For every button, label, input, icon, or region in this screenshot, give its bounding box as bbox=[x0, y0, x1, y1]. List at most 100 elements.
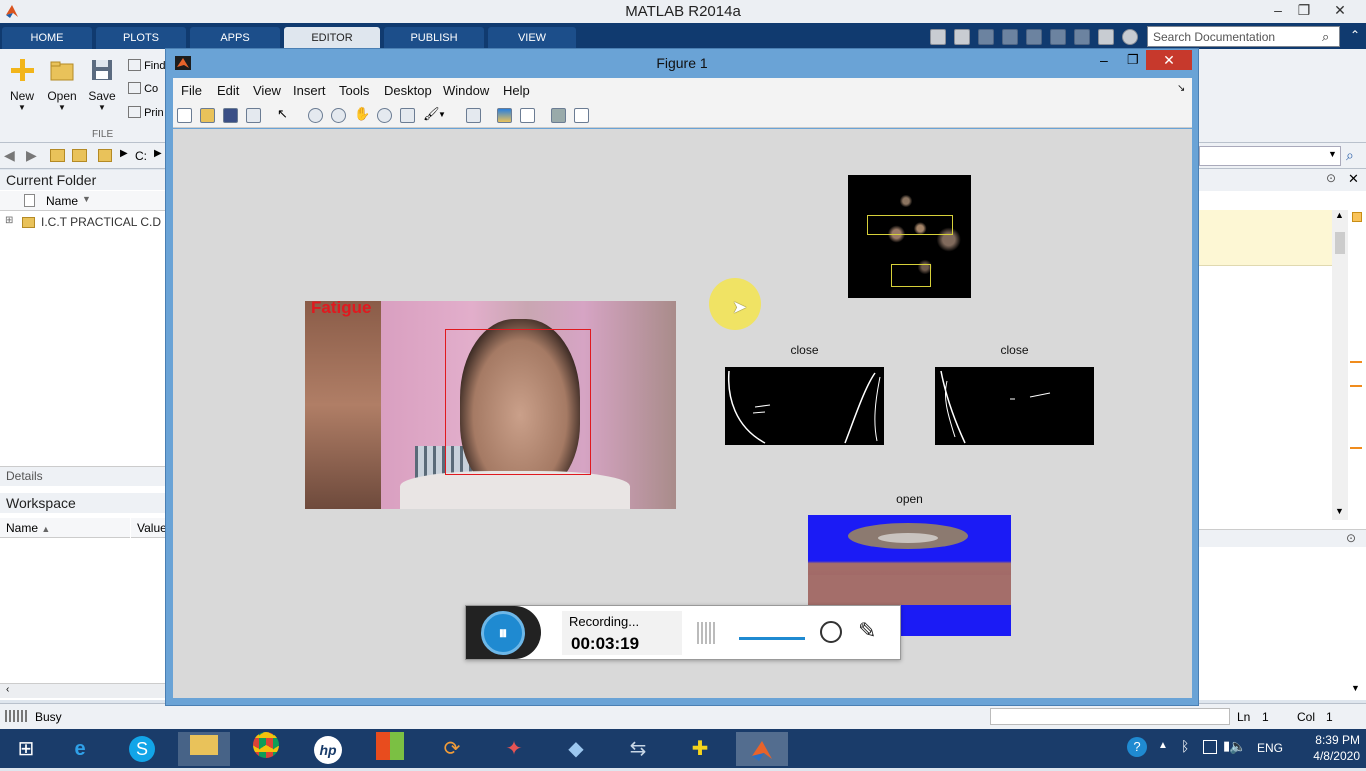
menu-help[interactable]: Help bbox=[503, 83, 530, 98]
qa-paste-icon[interactable] bbox=[1026, 29, 1042, 45]
panel-menu-icon[interactable]: ⊙ bbox=[1346, 531, 1356, 545]
maximize-icon[interactable]: ❐ bbox=[1290, 2, 1318, 19]
volume-icon[interactable]: 🔈 bbox=[1229, 738, 1246, 755]
warning-marker[interactable] bbox=[1350, 361, 1362, 363]
tab-apps[interactable]: APPS bbox=[190, 27, 280, 49]
menu-desktop[interactable]: Desktop bbox=[384, 83, 432, 98]
print-figure-icon[interactable] bbox=[246, 108, 261, 123]
warning-marker[interactable] bbox=[1350, 447, 1362, 449]
search-icon[interactable]: ⌕ bbox=[1322, 29, 1329, 45]
forward-icon[interactable]: ▶ bbox=[26, 147, 37, 164]
qa-redo-icon[interactable] bbox=[1074, 29, 1090, 45]
tab-home[interactable]: HOME bbox=[2, 27, 92, 49]
qa-cut-icon[interactable] bbox=[978, 29, 994, 45]
tab-publish[interactable]: PUBLISH bbox=[384, 27, 484, 49]
figure-close-button[interactable]: ✕ bbox=[1146, 50, 1192, 70]
tab-view[interactable]: VIEW bbox=[488, 27, 576, 49]
expand-icon[interactable]: ⊞ bbox=[5, 215, 13, 226]
internet-explorer-icon[interactable]: e bbox=[54, 732, 106, 766]
show-plot-tools-icon[interactable] bbox=[574, 108, 589, 123]
network-tool-icon[interactable]: ⇆ bbox=[612, 732, 664, 766]
legend-icon[interactable] bbox=[520, 108, 535, 123]
save-figure-icon[interactable] bbox=[223, 108, 238, 123]
screen-recorder-widget[interactable]: ⏸ Recording... 00:03:19 ✎ bbox=[465, 605, 901, 660]
path-drive[interactable]: C: bbox=[135, 149, 147, 163]
qa-layout-icon[interactable] bbox=[930, 29, 946, 45]
workspace-value-header[interactable]: Value bbox=[131, 518, 167, 538]
close-icon[interactable]: ✕ bbox=[1326, 2, 1354, 19]
link-plot-icon[interactable] bbox=[466, 108, 481, 123]
menu-tools[interactable]: Tools bbox=[339, 83, 369, 98]
new-figure-icon[interactable] bbox=[177, 108, 192, 123]
scroll-down-icon[interactable]: ▼ bbox=[1351, 683, 1360, 693]
folder-list-item[interactable]: ⊞ I.C.T PRACTICAL C.D bbox=[0, 214, 166, 232]
hide-plot-tools-icon[interactable] bbox=[551, 108, 566, 123]
network-app-icon[interactable]: ✦ bbox=[488, 732, 540, 766]
clock-date[interactable]: 4/8/2020 bbox=[1300, 749, 1360, 763]
help-tray-icon[interactable]: ? bbox=[1127, 737, 1147, 757]
hp-icon[interactable]: hp bbox=[302, 732, 354, 766]
brush-dropdown-icon[interactable]: ▼ bbox=[438, 110, 453, 125]
brush-icon[interactable]: 🖌 bbox=[423, 106, 440, 121]
sync-icon[interactable]: ⟳ bbox=[426, 732, 478, 766]
path-field[interactable] bbox=[1199, 146, 1341, 166]
warning-square-icon[interactable] bbox=[1352, 212, 1362, 222]
data-cursor-icon[interactable] bbox=[400, 108, 415, 123]
print-button[interactable]: Prin bbox=[128, 106, 164, 119]
menu-dock-icon[interactable]: ↘ bbox=[1177, 83, 1185, 94]
scroll-left-icon[interactable]: ‹ bbox=[6, 684, 9, 695]
pause-button[interactable]: ⏸ bbox=[481, 611, 525, 655]
search-folder-icon[interactable]: ⌕ bbox=[1346, 147, 1354, 164]
qa-copy-icon[interactable] bbox=[1002, 29, 1018, 45]
colorbar-icon[interactable] bbox=[497, 108, 512, 123]
edit-plot-icon[interactable]: ↖ bbox=[277, 106, 292, 121]
tab-editor[interactable]: EDITOR bbox=[284, 27, 380, 49]
battery-icon[interactable] bbox=[1203, 740, 1217, 754]
compare-button[interactable]: Co bbox=[128, 82, 158, 95]
figure-maximize-icon[interactable]: ❐ bbox=[1127, 52, 1139, 68]
menu-edit[interactable]: Edit bbox=[217, 83, 239, 98]
warning-marker[interactable] bbox=[1350, 385, 1362, 387]
save-button[interactable]: Save ▼ bbox=[82, 57, 122, 112]
scroll-thumb[interactable] bbox=[1335, 232, 1345, 254]
command-scrollbar[interactable]: ▼ bbox=[1348, 669, 1364, 699]
webcam-icon[interactable] bbox=[820, 621, 842, 643]
minimize-icon[interactable]: – bbox=[1264, 2, 1292, 18]
scroll-up-icon[interactable]: ▲ bbox=[1335, 210, 1344, 220]
chrome-icon[interactable] bbox=[240, 732, 292, 766]
qa-save-icon[interactable] bbox=[954, 29, 970, 45]
zoom-in-icon[interactable] bbox=[308, 108, 323, 123]
find-button[interactable]: Find bbox=[128, 59, 165, 72]
rotate-3d-icon[interactable] bbox=[377, 108, 392, 123]
open-button[interactable]: Open ▼ bbox=[42, 57, 82, 112]
ribbon-collapse-icon[interactable]: ⌃ bbox=[1350, 28, 1360, 42]
pan-icon[interactable]: ✋ bbox=[354, 106, 370, 121]
menu-file[interactable]: File bbox=[181, 83, 202, 98]
pen-icon[interactable]: ✎ bbox=[858, 618, 876, 644]
volume-slider[interactable] bbox=[739, 637, 805, 640]
clock-time[interactable]: 8:39 PM bbox=[1300, 733, 1360, 747]
back-icon[interactable]: ◀ bbox=[4, 147, 15, 164]
scroll-down-icon[interactable]: ▼ bbox=[1335, 506, 1344, 516]
panel-menu-icon[interactable]: ⊙ bbox=[1326, 171, 1336, 185]
cube-app-icon[interactable]: ◆ bbox=[550, 732, 602, 766]
help-icon[interactable] bbox=[1122, 29, 1138, 45]
menu-window[interactable]: Window bbox=[443, 83, 489, 98]
skype-icon[interactable]: S bbox=[116, 732, 168, 766]
browse-folder-icon[interactable] bbox=[72, 149, 87, 162]
qa-undo-icon[interactable] bbox=[1050, 29, 1066, 45]
figure-minimize-icon[interactable]: – bbox=[1100, 52, 1108, 68]
file-explorer-icon[interactable] bbox=[178, 732, 230, 766]
details-title[interactable]: Details bbox=[0, 466, 166, 486]
horizontal-scrollbar[interactable]: ‹ bbox=[0, 683, 166, 698]
name-column-header[interactable]: Name ▼ bbox=[0, 191, 166, 211]
plus-app-icon[interactable]: ✚ bbox=[674, 732, 726, 766]
panel-close-icon[interactable]: ✕ bbox=[1348, 171, 1359, 187]
tray-expand-icon[interactable]: ▲ bbox=[1158, 740, 1168, 751]
workspace-name-header[interactable]: Name ▲ bbox=[0, 518, 130, 538]
vertical-scrollbar[interactable]: ▲ ▼ bbox=[1332, 210, 1348, 520]
new-button[interactable]: New ▼ bbox=[2, 57, 42, 112]
path-dropdown-icon[interactable]: ▼ bbox=[1328, 149, 1337, 159]
qa-switch-icon[interactable] bbox=[1098, 29, 1114, 45]
language-indicator[interactable]: ENG bbox=[1257, 741, 1283, 755]
